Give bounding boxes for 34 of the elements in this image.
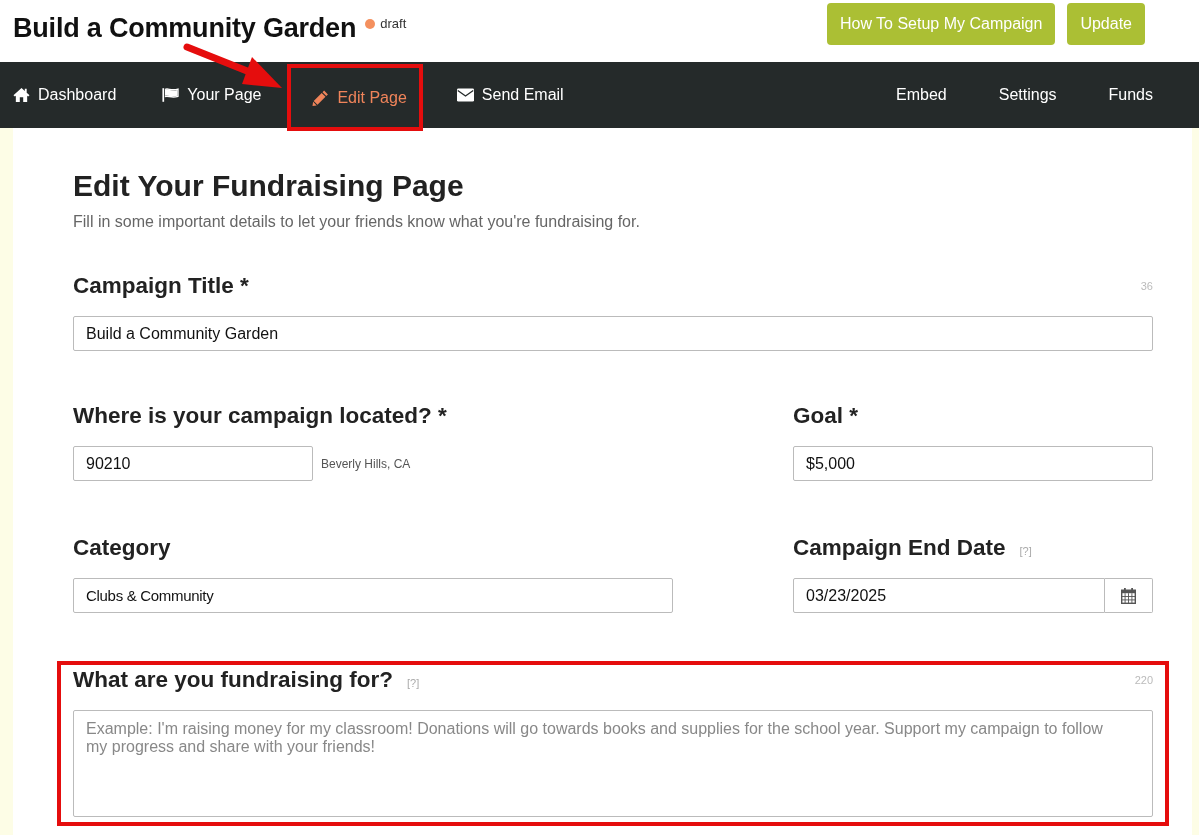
calendar-button[interactable]: [1105, 578, 1153, 613]
field-label: Campaign Title *: [73, 272, 249, 300]
location-hint: Beverly Hills, CA: [321, 456, 411, 471]
date-field[interactable]: 03/23/2025: [793, 578, 1105, 613]
field-label: Category: [73, 534, 171, 562]
pointer-arrow-icon: [183, 43, 284, 89]
field-label: What are you fundraising for?: [73, 666, 393, 694]
calendar-icon: [1121, 587, 1136, 604]
character-counter: 36: [1140, 280, 1153, 292]
field-label: Goal *: [793, 402, 859, 430]
nav-link[interactable]: Settings: [972, 62, 1083, 128]
nav-link[interactable]: Your Page: [139, 62, 285, 128]
page-heading: Edit Your Fundraising Page: [73, 168, 465, 204]
text-field[interactable]: 90210: [73, 446, 313, 481]
home-icon: [13, 87, 30, 103]
status-dot-icon: [365, 19, 376, 29]
envelope-icon: [456, 87, 474, 103]
field-label: Where is your campaign located? *: [73, 402, 447, 430]
campaign-title: Build a Community Garden: [13, 12, 357, 44]
nav-link[interactable]: Embed: [870, 62, 973, 128]
nav-link[interactable]: Edit Page: [291, 68, 419, 127]
pencil-icon: [312, 89, 330, 106]
select-field[interactable]: Clubs & Community: [73, 578, 673, 613]
flag-icon: [162, 87, 180, 103]
text-field[interactable]: $5,000: [793, 446, 1153, 481]
text-area-field[interactable]: Example: I'm raising money for my classroom! Donations will go towards books and supplies for the school year. Support my campaign to follow my progress and share with your friends!: [73, 710, 1153, 817]
page-description: Fill in some important details to let your friends know what you're fundraising for.: [73, 212, 641, 232]
text-field[interactable]: Build a Community Garden: [73, 316, 1153, 351]
status-label: draft: [380, 16, 407, 32]
nav-link[interactable]: Send Email: [433, 62, 587, 128]
field-label: Campaign End Date: [793, 534, 1006, 562]
nav-link[interactable]: Funds: [1082, 62, 1179, 128]
nav-link[interactable]: Dashboard: [0, 62, 140, 128]
character-counter: 220: [1134, 674, 1153, 686]
